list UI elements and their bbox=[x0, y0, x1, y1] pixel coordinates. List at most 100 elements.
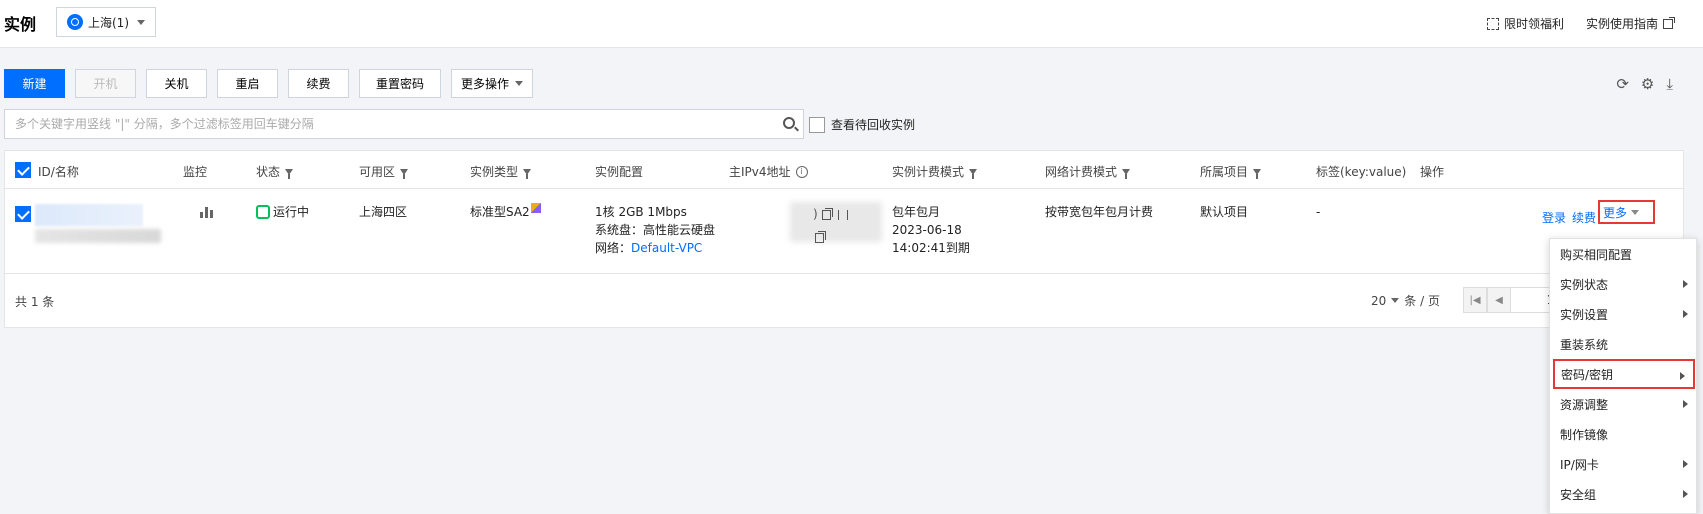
col-config: 实例配置 bbox=[595, 165, 644, 179]
col-zone[interactable]: 可用区 bbox=[359, 163, 409, 180]
row-ops: 登录 续费 bbox=[1542, 209, 1596, 226]
chevron-right-icon bbox=[1683, 310, 1688, 318]
filter-icon[interactable] bbox=[969, 168, 978, 179]
prev-page-icon[interactable]: ◀ bbox=[1487, 287, 1511, 313]
more-button[interactable]: 更多 bbox=[1598, 200, 1655, 224]
total-count: 共 1 条 bbox=[15, 295, 55, 309]
search-icon[interactable] bbox=[783, 117, 795, 129]
filter-icon[interactable] bbox=[523, 168, 532, 179]
top-bar: 实例 上海(1) 限时领福利 实例使用指南 bbox=[0, 0, 1703, 48]
menu-item-resource-adjust[interactable]: 资源调整 bbox=[1550, 389, 1696, 419]
login-link[interactable]: 登录 bbox=[1542, 209, 1566, 226]
filter-icon[interactable] bbox=[1122, 168, 1131, 179]
col-project[interactable]: 所属项目 bbox=[1200, 163, 1262, 180]
gear-icon[interactable]: ⚙ bbox=[1641, 75, 1654, 93]
more-dropdown-menu: 购买相同配置 实例状态 实例设置 重装系统 密码/密钥 资源调整 制作镜像 IP… bbox=[1549, 238, 1697, 514]
col-type[interactable]: 实例类型 bbox=[470, 163, 532, 180]
bar-chart-icon[interactable] bbox=[200, 206, 214, 218]
region-label: 上海(1) bbox=[88, 15, 129, 30]
external-link-icon bbox=[1663, 16, 1675, 29]
first-page-icon[interactable]: |◀ bbox=[1463, 287, 1487, 313]
filter-icon[interactable] bbox=[400, 168, 409, 179]
copy-icon[interactable] bbox=[815, 230, 826, 243]
search-input[interactable] bbox=[15, 117, 775, 131]
filter-icon[interactable] bbox=[285, 168, 294, 179]
type-cell: 标准型SA2 bbox=[470, 203, 541, 221]
menu-item-create-image[interactable]: 制作镜像 bbox=[1550, 419, 1696, 449]
guide-link-label: 实例使用指南 bbox=[1585, 17, 1658, 31]
menu-item-reinstall[interactable]: 重装系统 bbox=[1550, 329, 1696, 359]
globe-icon bbox=[67, 14, 83, 30]
promo-link[interactable]: 限时领福利 bbox=[1486, 15, 1564, 32]
chevron-right-icon bbox=[1680, 372, 1685, 380]
ip-tools: ) bbox=[813, 205, 849, 246]
vpc-link[interactable]: Default-VPC bbox=[631, 241, 702, 255]
chevron-right-icon bbox=[1683, 490, 1688, 498]
copy-icon[interactable] bbox=[821, 207, 833, 220]
status-cell: 运行中 bbox=[256, 203, 309, 221]
chevron-right-icon bbox=[1683, 460, 1688, 468]
renew-link[interactable]: 续费 bbox=[1572, 209, 1596, 226]
menu-item-ip-nic[interactable]: IP/网卡 bbox=[1550, 449, 1696, 479]
table-header: ID/名称 监控 状态 可用区 实例类型 实例配置 主IPv4地址 i 实例计费模… bbox=[5, 151, 1683, 189]
more-actions-label: 更多操作 bbox=[460, 77, 509, 91]
more-actions-button[interactable]: 更多操作 bbox=[451, 69, 533, 98]
col-status[interactable]: 状态 bbox=[256, 163, 294, 180]
refresh-icon[interactable]: ⟳ bbox=[1616, 75, 1629, 93]
qrcode-icon bbox=[1486, 17, 1499, 30]
chevron-down-icon bbox=[1631, 209, 1640, 215]
create-button[interactable]: 新建 bbox=[4, 69, 65, 98]
restart-button[interactable]: 重启 bbox=[217, 69, 278, 98]
info-icon[interactable]: i bbox=[795, 165, 808, 178]
col-monitor: 监控 bbox=[183, 165, 208, 179]
guide-link[interactable]: 实例使用指南 bbox=[1585, 15, 1675, 32]
col-id-name: ID/名称 bbox=[38, 165, 79, 179]
region-select[interactable]: 上海(1) bbox=[56, 7, 156, 37]
table-footer: 共 1 条 20 条 / 页 |◀ ◀ 1 bbox=[5, 275, 1683, 327]
billing-cell: 包年包月 2023-06-18 14:02:41到期 bbox=[892, 205, 970, 255]
instance-id-redacted[interactable] bbox=[35, 204, 143, 226]
chevron-down-icon bbox=[137, 19, 145, 25]
action-toolbar: 新建 开机 关机 重启 续费 重置密码 更多操作 bbox=[4, 69, 533, 98]
search-box bbox=[4, 109, 804, 139]
switch-ip-icon[interactable] bbox=[838, 209, 849, 220]
menu-item-password-key[interactable]: 密码/密钥 bbox=[1553, 359, 1695, 389]
table-row: 运行中 上海四区 标准型SA2 1核 2GB 1Mbps 系统盘：高性能云硬盘 … bbox=[5, 189, 1683, 274]
instance-name-redacted bbox=[35, 229, 161, 243]
shutdown-button[interactable]: 关机 bbox=[146, 69, 207, 98]
col-ops: 操作 bbox=[1420, 165, 1445, 179]
status-text: 运行中 bbox=[273, 205, 310, 219]
config-cell: 1核 2GB 1Mbps 系统盘：高性能云硬盘 网络：Default-VPC bbox=[595, 205, 716, 255]
chevron-right-icon bbox=[1683, 280, 1688, 288]
page-size-select[interactable]: 20 条 / 页 bbox=[1371, 292, 1440, 309]
menu-item-instance-settings[interactable]: 实例设置 bbox=[1550, 299, 1696, 329]
renew-button[interactable]: 续费 bbox=[288, 69, 349, 98]
col-ipv4: 主IPv4地址 i bbox=[729, 163, 808, 180]
menu-item-security-group[interactable]: 安全组 bbox=[1550, 479, 1696, 509]
zone-cell: 上海四区 bbox=[359, 205, 408, 219]
instance-table: ID/名称 监控 状态 可用区 实例类型 实例配置 主IPv4地址 i 实例计费模… bbox=[4, 150, 1684, 328]
chevron-down-icon bbox=[515, 81, 523, 86]
reset-password-button[interactable]: 重置密码 bbox=[359, 69, 441, 98]
net-billing-cell: 按带宽包年包月计费 bbox=[1045, 205, 1154, 219]
menu-item-buy-same[interactable]: 购买相同配置 bbox=[1550, 239, 1696, 269]
row-checkbox[interactable] bbox=[15, 206, 31, 222]
running-status-icon bbox=[256, 205, 270, 219]
promo-link-label: 限时领福利 bbox=[1503, 17, 1564, 31]
col-tags: 标签(key:value) bbox=[1316, 165, 1407, 179]
recycle-checkbox[interactable] bbox=[809, 116, 825, 133]
download-icon[interactable]: ⤓ bbox=[1666, 75, 1673, 93]
select-all-checkbox[interactable] bbox=[15, 162, 31, 178]
recycle-label: 查看待回收实例 bbox=[831, 118, 916, 132]
recycle-filter[interactable]: 查看待回收实例 bbox=[809, 116, 915, 133]
col-billing[interactable]: 实例计费模式 bbox=[892, 163, 978, 180]
tags-cell: - bbox=[1316, 205, 1321, 219]
project-cell: 默认项目 bbox=[1200, 205, 1249, 219]
col-net-billing[interactable]: 网络计费模式 bbox=[1045, 163, 1131, 180]
menu-item-instance-status[interactable]: 实例状态 bbox=[1550, 269, 1696, 299]
chevron-down-icon bbox=[1391, 298, 1400, 303]
instance-type-badge-icon bbox=[530, 203, 541, 213]
chevron-right-icon bbox=[1683, 400, 1688, 408]
filter-icon[interactable] bbox=[1253, 168, 1262, 179]
start-button[interactable]: 开机 bbox=[75, 69, 136, 98]
